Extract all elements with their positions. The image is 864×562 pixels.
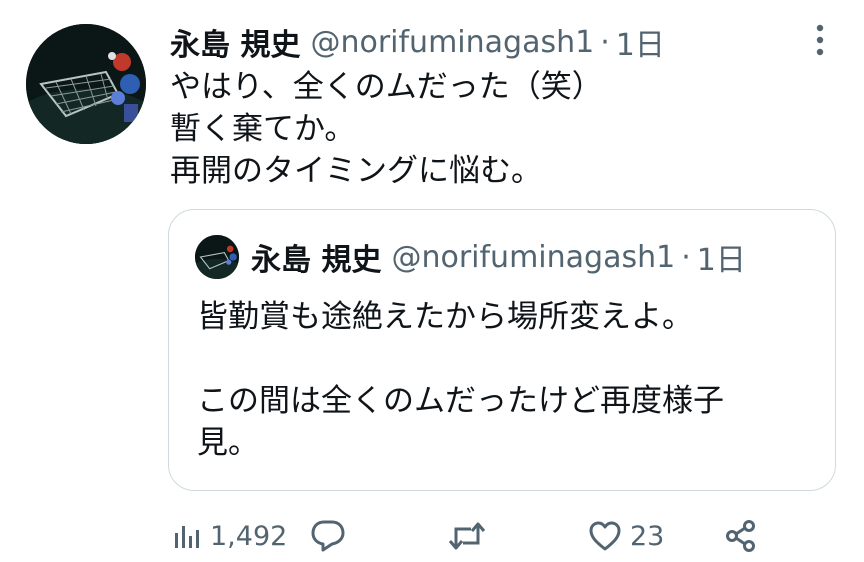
author-name[interactable]: 永島 規史 [170,20,300,64]
author-handle[interactable]: @norifuminagash1 [310,25,594,60]
heart-icon [588,520,622,552]
tweet-text-line: やはり、全くのムだった（笑） [170,69,603,105]
reply-button[interactable] [310,512,346,560]
retweet-icon [448,521,486,551]
quoted-separator: · [681,239,691,275]
share-icon [724,519,758,553]
reply-icon [310,519,346,553]
views-count: 1,492 [210,520,288,552]
separator: · [600,24,610,60]
avatar-image [26,24,146,144]
tweet-text: やはり、全くのムだった（笑） 暫く棄てか。 再開のタイミングに悩む。 [170,66,830,192]
quoted-text-line: 見。 [197,425,259,461]
tweet-header: 永島 規史 @norifuminagash1 · 1日 [170,20,665,64]
quoted-author-name: 永島 規史 [251,243,382,278]
action-bar: 1,492 23 [0,512,864,560]
quoted-author-handle: @norifuminagash1 [391,239,676,275]
tweet-text-line: 再開のタイミングに悩む。 [170,153,542,189]
tweet-text-line: 暫く棄てか。 [170,111,356,147]
views-button[interactable]: 1,492 [172,512,287,560]
tweet-card[interactable]: 永島 規史 @norifuminagash1 · 1日 やはり、全くのムだった（… [0,0,864,562]
quoted-tweet[interactable]: 永島 規史 @norifuminagash1 · 1日 皆勤賞も途絶えたから場所… [168,209,836,491]
quoted-header: 永島 規史 @norifuminagash1 · 1日 [251,236,746,279]
quoted-timestamp: 1日 [696,243,746,278]
quoted-text-line: 皆勤賞も途絶えたから場所変えよ。 [197,299,693,335]
retweet-button[interactable] [448,512,486,560]
more-vertical-icon[interactable] [812,22,828,58]
quoted-avatar[interactable] [195,235,239,279]
share-button[interactable] [724,512,758,560]
quoted-text-line: この間は全くのムだったけど再度様子 [197,383,724,419]
avatar[interactable] [26,24,146,144]
like-button[interactable]: 23 [588,512,664,560]
analytics-icon [172,521,202,551]
quoted-avatar-image [195,235,239,279]
quoted-text: 皆勤賞も途絶えたから場所変えよ。 この間は全くのムだったけど再度様子 見。 [197,296,797,464]
like-count: 23 [630,520,665,552]
quoted-text-line [197,338,797,380]
timestamp[interactable]: 1日 [616,20,665,64]
